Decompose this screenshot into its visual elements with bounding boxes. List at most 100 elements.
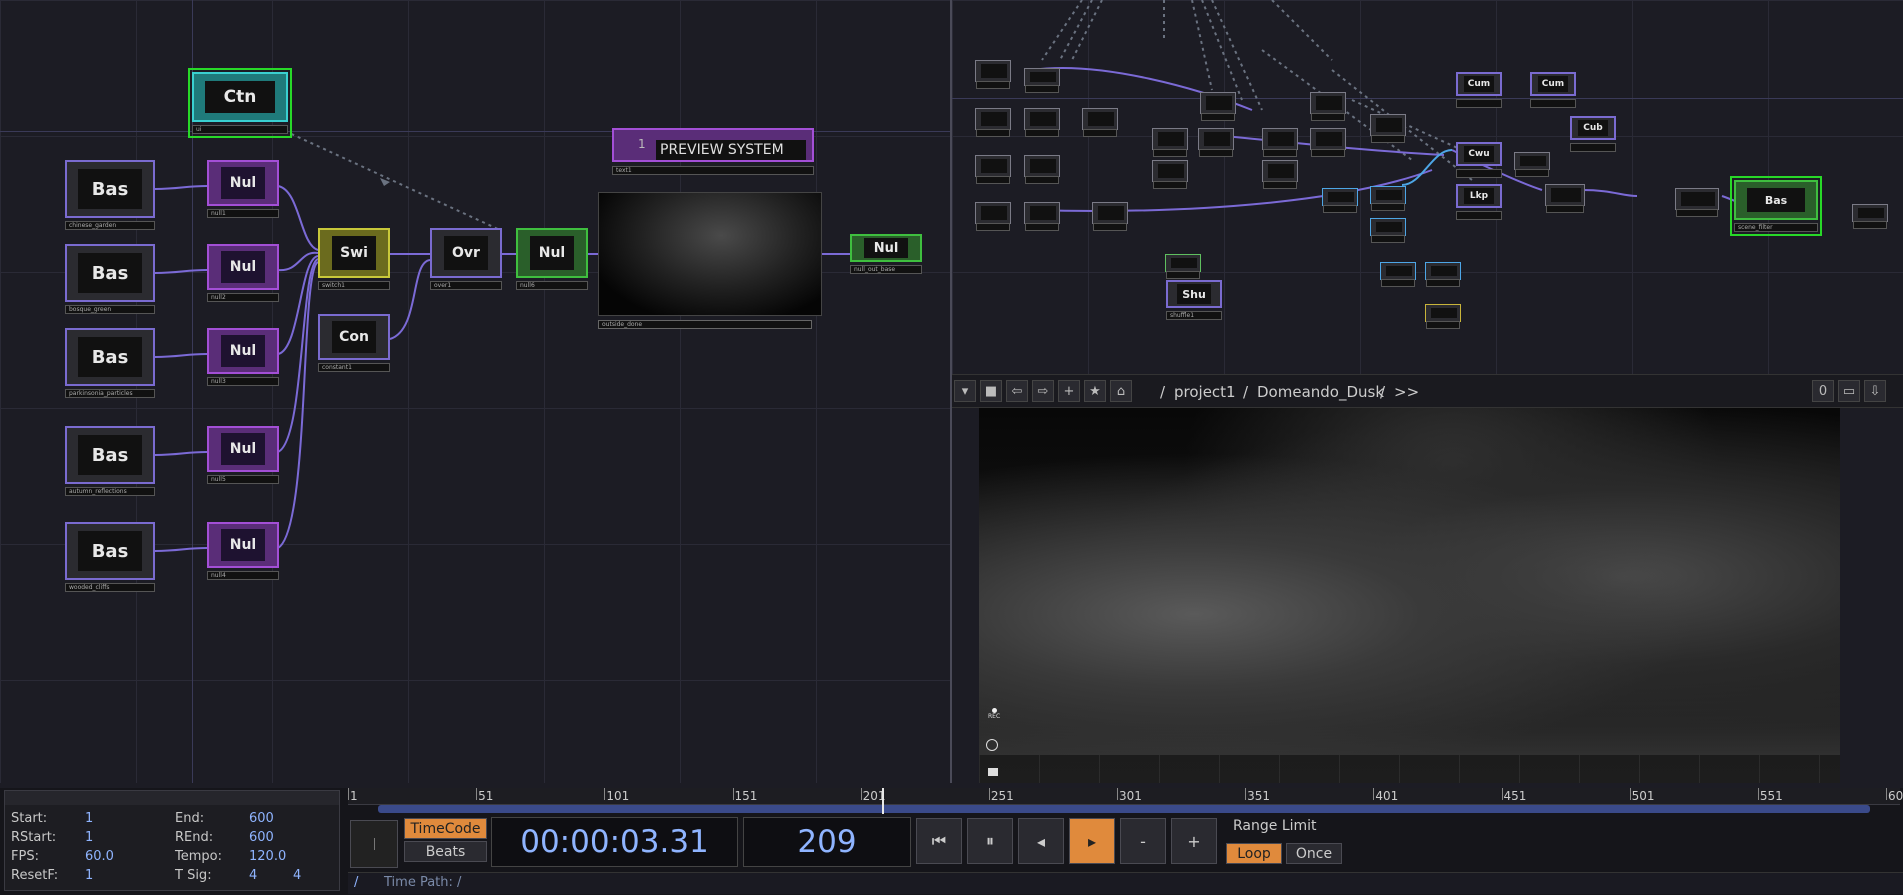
start-value[interactable]: 1 <box>85 811 93 826</box>
home-button[interactable]: ⌂ <box>1110 380 1132 402</box>
operator-node[interactable] <box>1024 108 1060 137</box>
path-project[interactable]: project1 <box>1174 383 1236 401</box>
operator-node[interactable] <box>1082 108 1118 137</box>
timeline-toggle-button[interactable] <box>350 820 398 868</box>
operator-node[interactable] <box>1200 92 1236 121</box>
preview-system-node[interactable]: 1 PREVIEW SYSTEM text1 <box>612 128 814 178</box>
operator-node[interactable] <box>975 202 1011 231</box>
operator-node[interactable] <box>1198 128 1234 157</box>
operator-node[interactable] <box>1322 188 1358 213</box>
base-node[interactable]: Bas parkinsonia_particles <box>65 328 155 398</box>
operator-node[interactable] <box>1852 204 1888 229</box>
rstart-value[interactable]: 1 <box>85 830 93 845</box>
maximize-button[interactable]: ▭ <box>1838 380 1860 402</box>
frame-display[interactable]: 209 <box>743 817 911 867</box>
operator-node[interactable] <box>1262 160 1298 189</box>
base-node[interactable]: Bas chinese_garden <box>65 160 155 230</box>
operator-node[interactable] <box>1024 68 1060 93</box>
rewind-button[interactable]: ⏮ <box>916 818 962 864</box>
switch-node[interactable]: Swi switch1 <box>318 228 390 290</box>
operator-node[interactable] <box>1380 262 1416 287</box>
null-node[interactable]: Nul null2 <box>207 244 279 302</box>
operator-node[interactable] <box>975 60 1011 89</box>
playhead[interactable] <box>882 788 885 814</box>
operator-node[interactable] <box>1370 218 1406 243</box>
pause-button[interactable]: ⏸ <box>967 818 1013 864</box>
operator-node[interactable] <box>1092 202 1128 231</box>
operator-node[interactable] <box>1310 92 1346 121</box>
once-button[interactable]: Once <box>1286 843 1342 864</box>
scene-filter-node[interactable]: Bas scene_filter <box>1730 176 1822 236</box>
resetf-value[interactable]: 1 <box>85 868 93 883</box>
preview-system-title: PREVIEW SYSTEM <box>656 140 806 160</box>
operator-node[interactable] <box>1425 304 1461 329</box>
step-minus-button[interactable]: - <box>1120 818 1166 864</box>
operator-node[interactable] <box>1370 114 1406 143</box>
ctn-node[interactable]: Ctn ui <box>188 68 292 138</box>
operator-node[interactable] <box>1262 128 1298 157</box>
operator-node[interactable] <box>975 108 1011 137</box>
null-node[interactable]: Nul null1 <box>207 160 279 218</box>
base-node[interactable]: Bas wooded_cliffs <box>65 522 155 592</box>
step-plus-button[interactable]: + <box>1171 818 1217 864</box>
switch-node-name: switch1 <box>318 281 390 290</box>
null-node[interactable]: Nul null5 <box>207 426 279 484</box>
operator-node[interactable] <box>1675 188 1719 217</box>
null-node[interactable]: Nul null3 <box>207 328 279 386</box>
operator-node[interactable] <box>1165 254 1201 279</box>
timecode-display[interactable]: 00:00:03.31 <box>491 817 738 867</box>
record-icon[interactable]: REC <box>988 708 1000 726</box>
timecode-toggle[interactable]: TimeCode <box>404 818 487 839</box>
tsig-numerator[interactable]: 4 <box>249 868 257 883</box>
pin-button[interactable]: ⇩ <box>1864 380 1886 402</box>
operator-node[interactable] <box>1545 184 1585 213</box>
path-more[interactable]: >> <box>1394 383 1419 401</box>
operator-node[interactable] <box>1425 262 1461 287</box>
operator-node[interactable] <box>1370 186 1406 211</box>
shuffle-node[interactable]: Shu shuffle1 <box>1166 280 1222 320</box>
cwu-node[interactable]: Cwu <box>1456 142 1502 178</box>
operator-node[interactable] <box>1152 160 1188 189</box>
timeline-scrollbar[interactable] <box>378 805 1870 813</box>
rend-value[interactable]: 600 <box>249 830 274 845</box>
bookmark-button[interactable]: ★ <box>1084 380 1106 402</box>
null-out-node[interactable]: Nul null6 <box>516 228 588 290</box>
operator-node[interactable] <box>975 155 1011 184</box>
fps-value[interactable]: 60.0 <box>85 849 114 864</box>
globe-icon[interactable] <box>986 739 998 751</box>
tsig-denominator[interactable]: 4 <box>293 868 301 883</box>
end-value[interactable]: 600 <box>249 811 274 826</box>
operator-node[interactable] <box>1024 155 1060 184</box>
operator-node[interactable] <box>1310 128 1346 157</box>
cum-node[interactable]: Cum <box>1456 72 1502 108</box>
operator-node[interactable] <box>1152 128 1188 157</box>
time-path-label[interactable]: Time Path: / <box>384 875 461 890</box>
viewer-image[interactable] <box>979 408 1840 783</box>
timeline-ruler[interactable]: 151101151201251301351401451501551600 <box>348 788 1903 805</box>
menu-button[interactable]: ▾ <box>954 380 976 402</box>
tempo-value[interactable]: 120.0 <box>249 849 286 864</box>
back-button[interactable]: ⇦ <box>1006 380 1028 402</box>
cub-node[interactable]: Cub <box>1570 116 1616 152</box>
camera-icon[interactable] <box>988 768 998 776</box>
loop-button[interactable]: Loop <box>1226 843 1282 864</box>
lkp-node[interactable]: Lkp <box>1456 184 1502 220</box>
add-button[interactable]: + <box>1058 380 1080 402</box>
step-back-button[interactable]: ◂ <box>1018 818 1064 864</box>
operator-node[interactable] <box>1514 152 1550 177</box>
cum-node[interactable]: Cum <box>1530 72 1576 108</box>
null-final-node[interactable]: Nul null_out_base <box>850 234 922 274</box>
base-node[interactable]: Bas autumn_reflections <box>65 426 155 496</box>
scene-thumbnail-node[interactable]: outside_done <box>598 192 822 330</box>
operator-node[interactable] <box>1024 202 1060 231</box>
path-component[interactable]: Domeando_Dusk <box>1257 383 1384 401</box>
base-node[interactable]: Bas bosque_green <box>65 244 155 314</box>
over-node-label: Ovr <box>444 236 488 270</box>
null-node[interactable]: Nul null4 <box>207 522 279 580</box>
over-node[interactable]: Ovr over1 <box>430 228 502 290</box>
stop-button[interactable]: ■ <box>980 380 1002 402</box>
play-button[interactable]: ▸ <box>1069 818 1115 864</box>
constant-node[interactable]: Con constant1 <box>318 314 390 372</box>
forward-button[interactable]: ⇨ <box>1032 380 1054 402</box>
beats-toggle[interactable]: Beats <box>404 841 487 862</box>
